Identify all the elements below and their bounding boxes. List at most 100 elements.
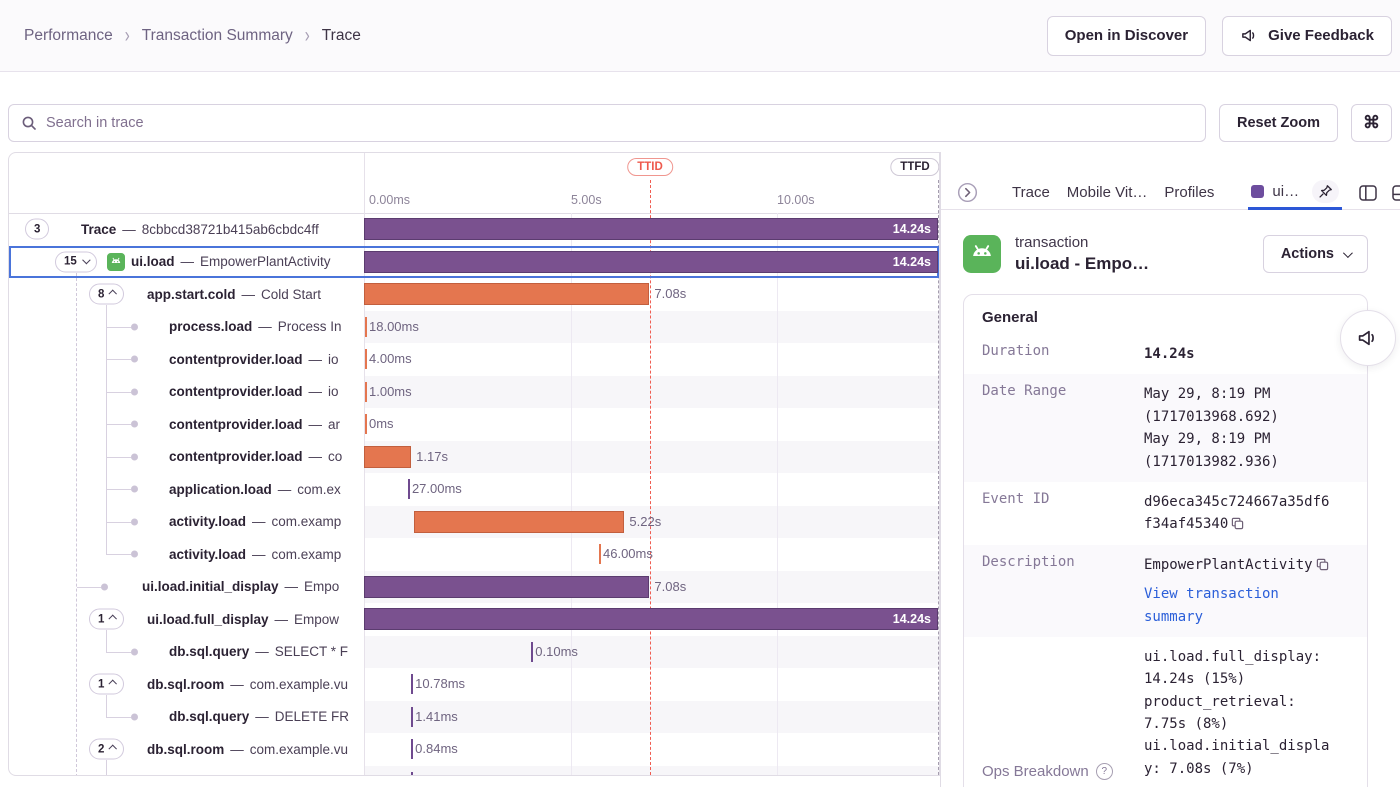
transaction-summary-link[interactable]: View transaction — [1144, 583, 1349, 605]
waterfall-cell: 4.00ms — [364, 343, 939, 376]
value-line: EmpowerPlantActivity — [1144, 554, 1349, 576]
span-count-badge[interactable]: 15 — [55, 251, 97, 272]
general-label-text: Date Range — [982, 383, 1066, 399]
tree-connector-line — [106, 652, 131, 653]
transaction-summary-link[interactable]: summary — [1144, 606, 1349, 628]
timeline-header: TTID TTFD 0.00ms 5.00s 10.00s — [9, 153, 939, 214]
trace-row[interactable]: 2db.sql.room—com.example.vu0.84ms — [9, 733, 939, 766]
span-tick — [408, 479, 410, 499]
span-bar[interactable]: 14.24s — [364, 218, 938, 240]
trace-row[interactable]: contentprovider.load—ar0ms — [9, 408, 939, 441]
span-label: activity.load—com.examp — [169, 538, 341, 571]
span-label: contentprovider.load — io — [169, 376, 339, 409]
span-duration-label: 0.10ms — [535, 636, 578, 669]
breadcrumb-transaction-summary[interactable]: Transaction Summary — [142, 27, 293, 45]
span-op: contentprovider.load — [169, 384, 303, 399]
trace-row[interactable]: activity.load—com.examp46.00ms — [9, 538, 939, 571]
trace-row[interactable]: 1 db.sql.room—com.example.vu 10.78ms — [9, 668, 939, 701]
span-bar[interactable] — [364, 283, 649, 305]
span-tick — [411, 707, 413, 727]
drawer-layout-controls — [1359, 185, 1400, 201]
tree-connector-dot — [131, 323, 138, 330]
tab-trace[interactable]: Trace — [1012, 176, 1050, 209]
trace-row[interactable]: contentprovider.load—io 4.00ms — [9, 343, 939, 376]
span-separator: — — [275, 612, 289, 627]
general-row-label: Ops Breakdown? — [982, 763, 1134, 780]
general-row-label: Duration — [982, 343, 1134, 359]
span-label: contentprovider.load—io — [169, 343, 339, 376]
span-count: 1 — [98, 678, 104, 690]
span-duration-label: 5.22s — [629, 506, 661, 539]
waterfall-cell: 7.08s — [364, 278, 939, 311]
span-duration-label: 14.24s — [893, 252, 931, 272]
trace-row[interactable]: 3Trace—8cbbcd38721b415ab6cbdc4ff14.24s — [9, 213, 939, 246]
trace-row[interactable]: 1ui.load.full_display—Empow14.24s — [9, 603, 939, 636]
feedback-floating-button[interactable] — [1340, 310, 1396, 366]
trace-row[interactable]: 15ui.load—EmpowerPlantActivity14.24s — [9, 246, 939, 279]
collapse-drawer-icon[interactable] — [957, 182, 978, 203]
value-line: (1717013982.936) — [1144, 451, 1349, 473]
span-label: db.sql.room—com.example.vu — [147, 668, 348, 701]
waterfall-cell: 10.78ms — [364, 668, 939, 701]
span-tick — [365, 349, 367, 369]
help-icon[interactable]: ? — [1096, 763, 1113, 780]
general-row: Duration14.24s — [964, 334, 1367, 374]
trace-main: TTID TTFD 0.00ms 5.00s 10.00s 3Trace—8cb… — [0, 152, 1400, 787]
span-tick — [411, 674, 413, 694]
open-in-discover-button[interactable]: Open in Discover — [1047, 16, 1206, 56]
span-separator: — — [230, 677, 244, 692]
trace-row[interactable]: db.sql.query—SELECT * F0.10ms — [9, 636, 939, 669]
general-row-value: d96eca345c724667a35df6f34af45340 — [1144, 491, 1349, 536]
span-separator: — — [278, 482, 292, 497]
copy-icon[interactable] — [1231, 517, 1244, 530]
reset-zoom-button[interactable]: Reset Zoom — [1219, 104, 1338, 142]
span-separator: — — [122, 222, 136, 237]
span-count-badge[interactable]: 3 — [25, 219, 49, 240]
span-bar[interactable]: 14.24s — [364, 251, 938, 273]
general-label-text: Event ID — [982, 491, 1049, 507]
trace-row[interactable]: db.sql.query—DELETE FR1.41ms — [9, 701, 939, 734]
span-count-badge[interactable]: 1 — [89, 674, 124, 695]
trace-row[interactable]: contentprovider.load—io1.00ms — [9, 376, 939, 409]
trace-row[interactable]: contentprovider.load—co1.17s — [9, 441, 939, 474]
trace-row[interactable]: db.sql.query—INSERT OR0.70 — [9, 766, 939, 777]
span-count-badge[interactable]: 2 — [89, 739, 124, 760]
tab-profiles[interactable]: Profiles — [1164, 176, 1214, 209]
trace-row[interactable]: activity.load—com.examp 5.22s — [9, 506, 939, 539]
give-feedback-button[interactable]: Give Feedback — [1222, 16, 1392, 56]
axis-tick-0: 0.00ms — [369, 193, 410, 207]
tab-transaction-active[interactable]: ui… — [1251, 176, 1299, 207]
span-bar[interactable] — [364, 576, 649, 598]
copy-icon[interactable] — [1316, 558, 1329, 571]
pin-tab-icon[interactable] — [1312, 180, 1339, 203]
breadcrumb-performance[interactable]: Performance — [24, 27, 113, 45]
trace-row-tree: contentprovider.load—ar — [9, 408, 364, 441]
give-feedback-label: Give Feedback — [1268, 27, 1374, 44]
trace-row[interactable]: application.load—com.ex27.00ms — [9, 473, 939, 506]
span-bar[interactable] — [364, 446, 411, 468]
waterfall-cell: 0.84ms — [364, 733, 939, 766]
trace-row-tree: activity.load—com.examp — [9, 506, 364, 539]
span-count-badge[interactable]: 1 — [89, 609, 124, 630]
span-tick — [411, 739, 413, 759]
dock-bottom-icon[interactable] — [1392, 185, 1400, 201]
trace-row[interactable]: ui.load.initial_display—Empo7.08s — [9, 571, 939, 604]
span-bar[interactable]: 14.24s — [364, 608, 938, 630]
span-count: 8 — [98, 288, 104, 300]
trace-row-tree: 8app.start.cold—Cold Start — [9, 278, 364, 311]
general-heading: General — [964, 295, 1367, 334]
actions-button[interactable]: Actions — [1263, 235, 1368, 273]
trace-row[interactable]: 8app.start.cold—Cold Start7.08s — [9, 278, 939, 311]
span-separator: — — [309, 384, 323, 399]
general-row: DescriptionEmpowerPlantActivityView tran… — [964, 545, 1367, 637]
span-op: db.sql.query — [169, 774, 249, 776]
trace-row[interactable]: process.load—Process In18.00ms — [9, 311, 939, 344]
span-description: io — [328, 384, 339, 399]
span-count-badge[interactable]: 8 — [89, 284, 124, 305]
span-bar[interactable] — [414, 511, 624, 533]
tab-mobile-vitals[interactable]: Mobile Vit… — [1067, 176, 1148, 209]
transaction-type-label: transaction — [1015, 234, 1149, 251]
search-input[interactable]: Search in trace — [8, 104, 1206, 142]
shortcut-button[interactable]: ⌘ — [1351, 104, 1392, 142]
dock-left-icon[interactable] — [1359, 185, 1377, 201]
